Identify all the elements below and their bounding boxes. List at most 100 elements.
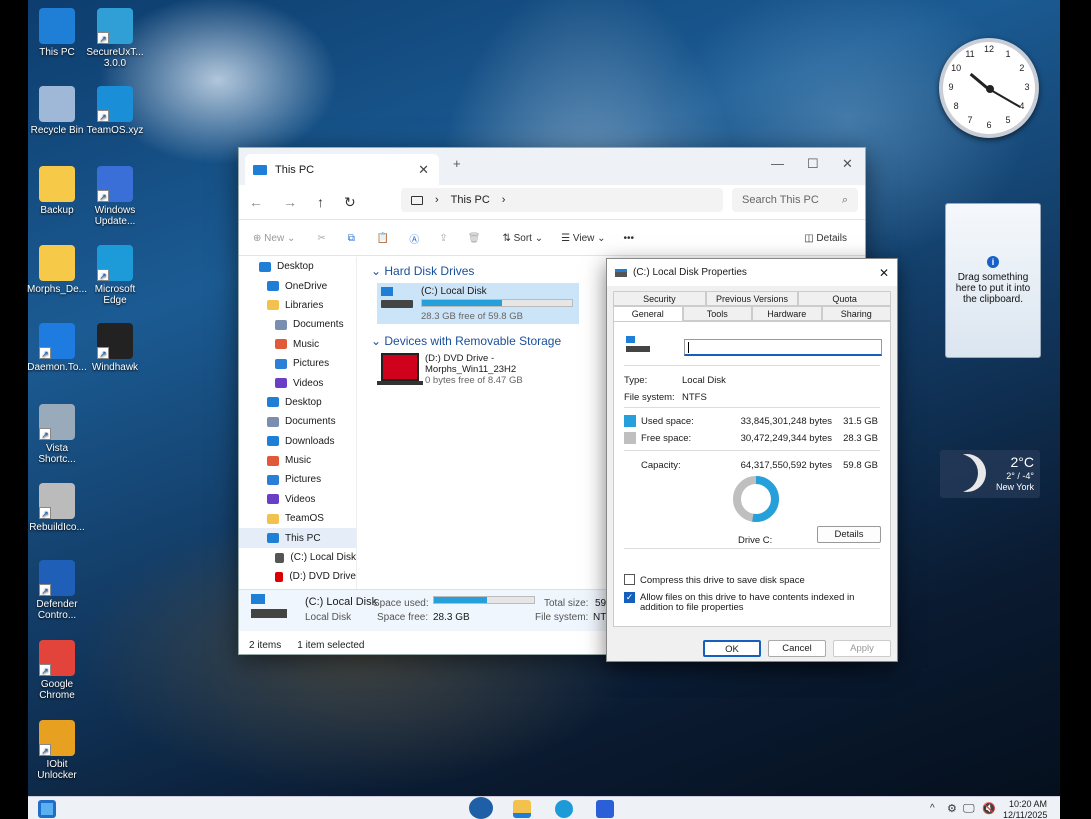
maximize-icon[interactable]: ☐ xyxy=(807,156,819,172)
index-checkbox[interactable]: ✓ xyxy=(624,592,635,603)
minimize-icon[interactable]: — xyxy=(771,156,784,171)
nav-item[interactable]: Pictures xyxy=(239,470,356,489)
delete-icon[interactable]: 🗑 xyxy=(468,233,481,244)
sort-button[interactable]: ⇅ Sort ⌄ xyxy=(502,233,543,244)
breadcrumb-this-pc[interactable]: This PC xyxy=(451,194,490,206)
nav-item[interactable]: OneDrive xyxy=(239,276,356,295)
view-button[interactable]: ☰ View ⌄ xyxy=(561,233,605,244)
up-icon[interactable]: ↑ xyxy=(317,194,324,210)
nav-item[interactable]: This PC xyxy=(239,528,356,548)
paste-icon[interactable]: 📋 xyxy=(377,233,389,244)
desktop-icon[interactable]: ↗ Microsoft Edge xyxy=(83,245,147,306)
desktop-icon[interactable]: ↗ Windows Update... xyxy=(83,166,147,227)
new-tab-icon[interactable]: + xyxy=(453,156,461,171)
network-icon[interactable]: ⚙ xyxy=(947,802,957,815)
desktop-icon[interactable]: Morphs_De... xyxy=(25,245,89,295)
nav-item[interactable]: Desktop xyxy=(239,257,356,276)
apply-button[interactable]: Apply xyxy=(833,640,891,657)
cancel-button[interactable]: Cancel xyxy=(768,640,826,657)
more-button[interactable]: ••• xyxy=(624,233,635,244)
dialog-tab[interactable]: Security xyxy=(613,291,706,306)
clock-gadget[interactable]: 12 1 2 3 4 5 6 7 8 9 10 11 xyxy=(939,38,1039,138)
desktop-icon[interactable]: ↗ Defender Contro... xyxy=(25,560,89,621)
chevron-right-icon[interactable]: › xyxy=(502,194,506,206)
details-pane-button[interactable]: ◫ Details xyxy=(804,233,847,244)
nav-item[interactable]: Videos xyxy=(239,490,356,509)
weather-range: 2° / -4° xyxy=(1006,471,1034,481)
drive-label-input[interactable] xyxy=(684,339,882,356)
alienware-icon[interactable] xyxy=(469,797,493,819)
edge-icon[interactable] xyxy=(555,800,573,818)
nav-item[interactable]: Music xyxy=(239,335,356,354)
share-icon[interactable]: ⇪ xyxy=(439,233,447,244)
desktop-icon[interactable]: ↗ Google Chrome xyxy=(25,640,89,701)
dialog-tab[interactable]: General xyxy=(613,306,683,321)
nav-item[interactable]: Libraries xyxy=(239,296,356,315)
clock-number: 10 xyxy=(951,63,962,73)
desktop-icon[interactable]: This PC xyxy=(25,8,89,58)
file-explorer-icon[interactable] xyxy=(513,800,531,818)
weather-gadget[interactable]: 2°C 2° / -4° New York xyxy=(940,450,1040,498)
dialog-tab[interactable]: Quota xyxy=(798,291,892,306)
nav-item[interactable]: Downloads xyxy=(239,432,356,451)
desktop-icon[interactable]: Recycle Bin xyxy=(25,86,89,136)
desktop-icon[interactable]: Backup xyxy=(25,166,89,216)
nav-item[interactable]: TeamOS xyxy=(239,509,356,528)
close-icon[interactable]: ✕ xyxy=(842,156,853,172)
desktop-icon[interactable]: ↗ TeamOS.xyz xyxy=(83,86,147,136)
back-icon[interactable]: ← xyxy=(249,194,263,210)
nav-item[interactable]: Videos xyxy=(239,373,356,392)
dialog-tab[interactable]: Tools xyxy=(682,306,752,321)
desktop-icon-label: Vista Shortc... xyxy=(38,443,76,465)
desktop-icon[interactable]: ↗ RebuildIco... xyxy=(25,483,89,533)
section-removable-storage[interactable]: ⌄ Devices with Removable Storage xyxy=(371,334,561,348)
nav-item[interactable]: Desktop xyxy=(239,393,356,412)
desktop-icon[interactable]: ↗ SecureUxT... 3.0.0 xyxy=(83,8,147,69)
details-button[interactable]: Details xyxy=(817,526,881,543)
clipboard-gadget[interactable]: i Drag something here to put it into the… xyxy=(945,203,1041,358)
nav-item[interactable]: Pictures xyxy=(239,354,356,373)
tray-date[interactable]: 12/11/2025 xyxy=(1003,810,1047,819)
desktop-icon[interactable]: ↗ IObit Unlocker xyxy=(25,720,89,781)
nav-item-icon xyxy=(275,552,285,563)
search-input[interactable]: Search This PC ⌕ xyxy=(732,188,858,212)
nav-item[interactable]: (D:) DVD Drive xyxy=(239,567,356,586)
tray-time[interactable]: 10:20 AM xyxy=(1009,799,1047,809)
volume-icon[interactable]: 🔇 xyxy=(982,802,996,815)
dialog-close-icon[interactable]: ✕ xyxy=(879,266,889,280)
start-icon[interactable] xyxy=(38,800,56,818)
copy-icon[interactable]: ⧉ xyxy=(348,233,355,244)
tab-this-pc[interactable]: This PC ✕ xyxy=(245,154,439,185)
refresh-icon[interactable]: ↻ xyxy=(344,194,356,211)
ok-button[interactable]: OK xyxy=(703,640,761,657)
new-button[interactable]: ⊕ New ⌄ xyxy=(253,233,295,244)
compress-checkbox[interactable] xyxy=(624,574,635,585)
dialog-tab[interactable]: Sharing xyxy=(821,306,891,321)
desktop-icon[interactable]: ↗ Windhawk xyxy=(83,323,147,373)
nav-item[interactable]: Documents xyxy=(239,412,356,431)
app-icon xyxy=(39,245,75,281)
dialog-tab[interactable]: Previous Versions xyxy=(705,291,799,306)
nav-item[interactable]: (C:) Local Disk xyxy=(239,548,356,567)
nav-item-label: Desktop xyxy=(285,396,322,408)
nav-item-label: TeamOS xyxy=(285,513,324,525)
nav-item[interactable]: Documents xyxy=(239,315,356,334)
desktop-icon[interactable]: ↗ Vista Shortc... xyxy=(25,404,89,465)
rename-icon[interactable]: Ⓐ xyxy=(409,231,419,246)
nav-item-icon xyxy=(267,416,279,427)
breadcrumb[interactable]: › This PC › xyxy=(401,188,723,212)
drive-c-tile[interactable]: (C:) Local Disk 28.3 GB free of 59.8 GB xyxy=(377,283,579,324)
forward-icon[interactable]: → xyxy=(283,194,297,210)
tab-close-icon[interactable]: ✕ xyxy=(418,162,429,178)
tray-chevron-icon[interactable]: ^ xyxy=(930,803,935,814)
section-hard-disk-drives[interactable]: ⌄ Hard Disk Drives xyxy=(371,264,603,278)
nav-item[interactable]: Music xyxy=(239,451,356,470)
drive-icon xyxy=(615,268,627,277)
desktop-icon[interactable]: ↗ Daemon.To... xyxy=(25,323,89,373)
display-icon[interactable]: 🖵 xyxy=(963,801,975,816)
cut-icon[interactable]: ✂ xyxy=(317,233,325,244)
dialog-tab[interactable]: Hardware xyxy=(752,306,822,321)
details-filesystem-label: File system: xyxy=(535,612,589,623)
drive-d-tile[interactable]: (D:) DVD Drive - Morphs_Win11_23H2 0 byt… xyxy=(377,351,579,392)
store-icon[interactable] xyxy=(596,800,614,818)
